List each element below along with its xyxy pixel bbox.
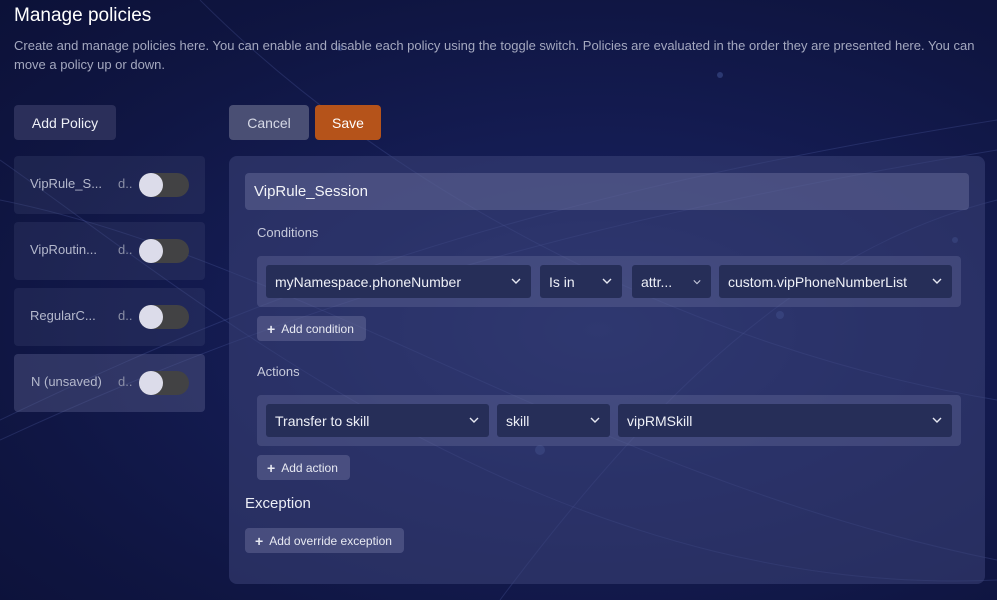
select-value: skill — [506, 412, 530, 429]
add-action-button[interactable]: + Add action — [257, 455, 350, 480]
policy-toggle[interactable] — [139, 239, 189, 263]
page-title: Manage policies — [14, 5, 152, 26]
policy-item[interactable]: VipRoutin... d.. — [14, 222, 205, 280]
exception-label: Exception — [245, 495, 311, 512]
policy-item-selected[interactable]: N (unsaved) d.. — [14, 354, 205, 412]
select-value: vipRMSkill — [627, 412, 693, 429]
policy-toggle[interactable] — [139, 305, 189, 329]
chevron-down-icon — [602, 278, 612, 284]
chevron-down-icon — [469, 417, 479, 423]
select-value: Transfer to skill — [275, 412, 370, 429]
condition-operator-select[interactable]: Is in — [540, 265, 622, 298]
actions-label: Actions — [257, 364, 300, 379]
action-target-select[interactable]: skill — [497, 404, 610, 437]
conditions-label: Conditions — [257, 225, 319, 240]
plus-icon: + — [255, 532, 264, 549]
condition-field-select[interactable]: myNamespace.phoneNumber — [266, 265, 531, 298]
action-row: Transfer to skill skill vipRMSkill — [257, 395, 961, 446]
cancel-button[interactable]: Cancel — [229, 105, 309, 140]
chevron-down-icon — [590, 417, 600, 423]
policy-description: d.. — [118, 308, 133, 323]
policy-name: VipRoutin... — [30, 242, 97, 257]
save-button[interactable]: Save — [315, 105, 381, 140]
add-override-exception-button[interactable]: + Add override exception — [245, 528, 404, 553]
select-value: attr... — [641, 273, 673, 290]
policy-name: RegularC... — [30, 308, 96, 323]
condition-row: myNamespace.phoneNumber Is in attr... cu… — [257, 256, 961, 307]
chevron-down-icon — [932, 278, 942, 284]
policy-name-input[interactable] — [245, 173, 969, 210]
policy-item[interactable]: VipRule_S... d.. — [14, 156, 205, 214]
add-exception-label: Add override exception — [269, 533, 392, 548]
policy-toggle[interactable] — [139, 173, 189, 197]
select-value: custom.vipPhoneNumberList — [728, 273, 907, 290]
add-policy-button[interactable]: Add Policy — [14, 105, 116, 140]
toggle-knob — [139, 305, 163, 329]
policy-name: N (unsaved) — [31, 374, 102, 389]
page-description: Create and manage policies here. You can… — [14, 38, 975, 72]
policy-toggle[interactable] — [139, 371, 189, 395]
policy-description: d.. — [118, 374, 133, 389]
chevron-down-icon — [932, 417, 942, 423]
condition-value-select[interactable]: custom.vipPhoneNumberList — [719, 265, 952, 298]
chevron-down-icon — [511, 278, 521, 284]
add-condition-button[interactable]: + Add condition — [257, 316, 366, 341]
action-type-select[interactable]: Transfer to skill — [266, 404, 489, 437]
plus-icon: + — [267, 320, 276, 337]
condition-type-select[interactable]: attr... — [632, 265, 711, 298]
toggle-knob — [139, 173, 163, 197]
add-condition-label: Add condition — [281, 321, 354, 336]
select-value: myNamespace.phoneNumber — [275, 273, 461, 290]
policy-description: d.. — [118, 242, 133, 257]
policy-description: d.. — [118, 176, 133, 191]
policy-editor-panel: Conditions myNamespace.phoneNumber Is in… — [229, 156, 985, 584]
plus-icon: + — [267, 459, 276, 476]
chevron-down-icon — [693, 280, 701, 285]
policy-name: VipRule_S... — [30, 176, 103, 191]
toggle-knob — [139, 371, 163, 395]
policy-item[interactable]: RegularC... d.. — [14, 288, 205, 346]
toggle-knob — [139, 239, 163, 263]
action-value-select[interactable]: vipRMSkill — [618, 404, 952, 437]
add-action-label: Add action — [281, 460, 338, 475]
select-value: Is in — [549, 273, 575, 290]
